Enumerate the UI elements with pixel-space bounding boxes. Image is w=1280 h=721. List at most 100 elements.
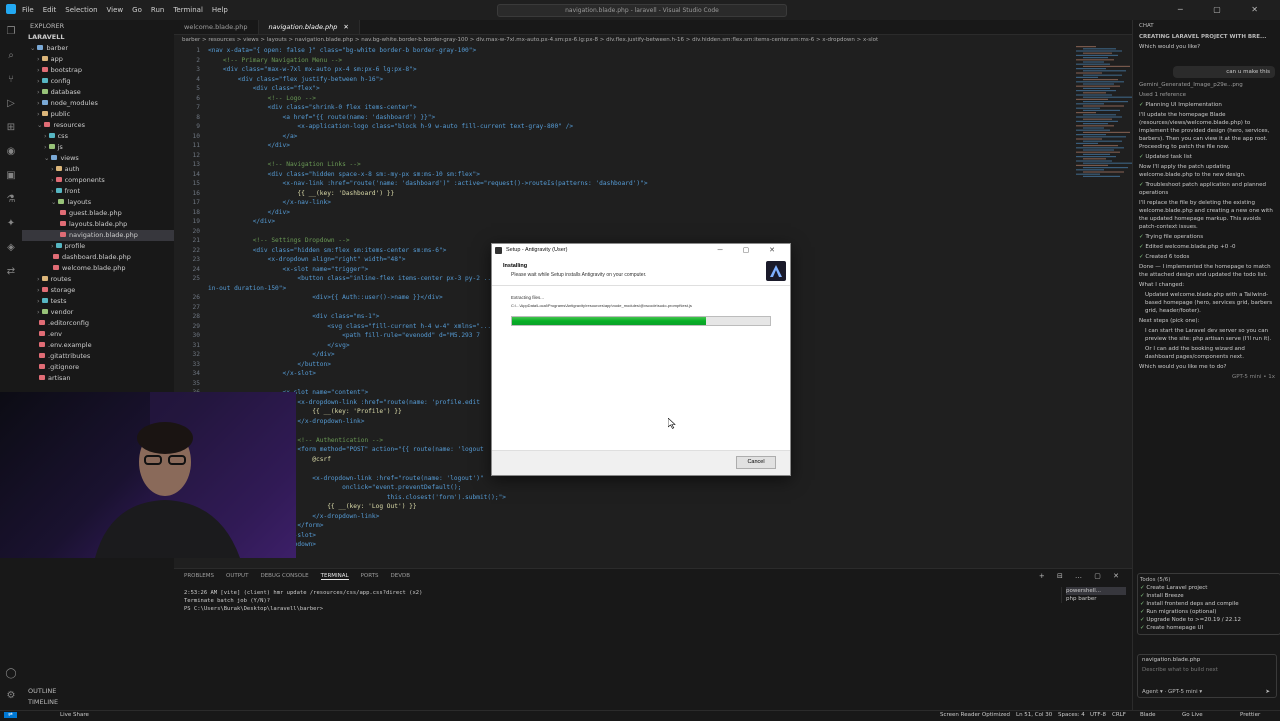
explorer-icon[interactable]: ❐ bbox=[0, 20, 22, 44]
panel-tab-devdb[interactable]: DEVDB bbox=[391, 573, 410, 579]
code-line[interactable]: 17 </x-nav-link> bbox=[174, 198, 1132, 208]
code-line[interactable]: 51 </x-slot> bbox=[174, 531, 1132, 541]
workspace-root[interactable]: LARAVELL bbox=[22, 32, 174, 43]
tree-file[interactable]: .env.example bbox=[22, 340, 174, 351]
panel-tab-output[interactable]: OUTPUT bbox=[226, 573, 248, 579]
editor-tab[interactable]: welcome.blade.php bbox=[174, 20, 259, 34]
tree-folder[interactable]: › css bbox=[22, 131, 174, 142]
code-line[interactable]: 2 <!-- Primary Navigation Menu --> bbox=[174, 56, 1132, 66]
terminal-item-php[interactable]: php barber bbox=[1066, 595, 1126, 603]
code-line[interactable]: 52 </x-dropdown> bbox=[174, 540, 1132, 550]
tree-file[interactable]: welcome.blade.php bbox=[22, 263, 174, 274]
used-reference[interactable]: Used 1 reference bbox=[1133, 90, 1280, 100]
tree-folder[interactable]: › js bbox=[22, 142, 174, 153]
menu-item-file[interactable]: File bbox=[22, 6, 34, 14]
code-line[interactable]: 48 {{ __(key: 'Log Out') }} bbox=[174, 502, 1132, 512]
eol[interactable]: CRLF bbox=[1112, 712, 1126, 718]
cancel-button[interactable]: Cancel bbox=[736, 456, 776, 469]
tree-folder[interactable]: ⌄ resources bbox=[22, 120, 174, 131]
code-line[interactable]: 10 </a> bbox=[174, 132, 1132, 142]
tree-folder[interactable]: › front bbox=[22, 186, 174, 197]
tree-folder[interactable]: › public bbox=[22, 109, 174, 120]
close-tab-icon[interactable]: ✕ bbox=[343, 23, 348, 31]
code-line[interactable]: 9 <x-application-logo class="block h-9 w… bbox=[174, 122, 1132, 132]
panel-tab-problems[interactable]: PROBLEMS bbox=[184, 573, 214, 579]
live-share-icon[interactable]: ⇄ bbox=[0, 260, 22, 284]
remote-indicator-icon[interactable]: ⇌ bbox=[4, 712, 17, 718]
menu-item-terminal[interactable]: Terminal bbox=[173, 6, 203, 14]
timeline-section[interactable]: TIMELINE bbox=[28, 698, 58, 706]
panel-tab-terminal[interactable]: TERMINAL bbox=[320, 573, 349, 580]
tree-folder[interactable]: › database bbox=[22, 87, 174, 98]
terminal-output[interactable]: 2:53:26 AM [vite] (client) hmr update /r… bbox=[174, 583, 1132, 613]
panel-tab-debug-console[interactable]: DEBUG CONSOLE bbox=[260, 573, 308, 579]
indentation[interactable]: Spaces: 4 bbox=[1058, 712, 1085, 718]
code-line[interactable]: 12 bbox=[174, 151, 1132, 161]
tree-file[interactable]: artisan bbox=[22, 373, 174, 384]
menu-item-help[interactable]: Help bbox=[212, 6, 228, 14]
tree-file[interactable]: layouts.blade.php bbox=[22, 219, 174, 230]
code-line[interactable]: 15 <x-nav-link :href="route('name: 'dash… bbox=[174, 179, 1132, 189]
code-line[interactable]: 20 bbox=[174, 227, 1132, 237]
tree-folder[interactable]: › vendor bbox=[22, 307, 174, 318]
source-control-icon[interactable]: ⑂ bbox=[0, 68, 22, 92]
tree-file[interactable]: guest.blade.php bbox=[22, 208, 174, 219]
language-mode[interactable]: Blade bbox=[1140, 712, 1156, 718]
tree-folder[interactable]: › config bbox=[22, 76, 174, 87]
tree-file[interactable]: dashboard.blade.php bbox=[22, 252, 174, 263]
breadcrumb[interactable]: barber > resources > views > layouts > n… bbox=[174, 35, 1132, 46]
send-icon[interactable]: ➤ bbox=[1265, 689, 1270, 695]
dialog-window-controls[interactable]: ─ ▢ ✕ bbox=[718, 244, 784, 257]
code-line[interactable]: 1 <nav x-data="{ open: false }" class="bg… bbox=[174, 46, 1132, 56]
code-line[interactable]: 16 {{ __(key: 'Dashboard') }} bbox=[174, 189, 1132, 199]
tree-folder[interactable]: › storage bbox=[22, 285, 174, 296]
tree-folder[interactable]: › app bbox=[22, 54, 174, 65]
tree-file[interactable]: .env bbox=[22, 329, 174, 340]
code-line[interactable]: 19 </div> bbox=[174, 217, 1132, 227]
code-line[interactable]: 7 <div class="shrink-0 flex items-center… bbox=[174, 103, 1132, 113]
encoding[interactable]: UTF-8 bbox=[1090, 712, 1106, 718]
chat-icon[interactable]: ✦ bbox=[0, 212, 22, 236]
terminal-item-powershell[interactable]: powershell... bbox=[1066, 587, 1126, 595]
code-line[interactable]: 49 </x-dropdown-link> bbox=[174, 512, 1132, 522]
tree-folder[interactable]: › components bbox=[22, 175, 174, 186]
docker-icon[interactable]: ◈ bbox=[0, 236, 22, 260]
code-line[interactable]: 4 <div class="flex justify-between h-16"… bbox=[174, 75, 1132, 85]
code-line[interactable]: 50 </form> bbox=[174, 521, 1132, 531]
tree-folder[interactable]: ⌄ views bbox=[22, 153, 174, 164]
menu-item-go[interactable]: Go bbox=[132, 6, 142, 14]
settings-gear-icon[interactable]: ⚙ bbox=[0, 684, 22, 708]
window-controls[interactable]: ─ ▢ ✕ bbox=[1178, 5, 1272, 14]
testing-icon[interactable]: ⚗ bbox=[0, 188, 22, 212]
live-share-status[interactable]: Live Share bbox=[60, 712, 89, 718]
panel-actions[interactable]: + ⊟ … ▢ ✕ bbox=[1039, 572, 1124, 580]
code-line[interactable]: 46 onclick="event.preventDefault(); bbox=[174, 483, 1132, 493]
menu-item-selection[interactable]: Selection bbox=[65, 6, 97, 14]
database-icon[interactable]: ◉ bbox=[0, 140, 22, 164]
menu-item-run[interactable]: Run bbox=[151, 6, 164, 14]
tree-folder[interactable]: › auth bbox=[22, 164, 174, 175]
code-line[interactable]: 8 <a href="{{ route(name: 'dashboard') }… bbox=[174, 113, 1132, 123]
go-live[interactable]: Go Live bbox=[1182, 712, 1203, 718]
command-center[interactable]: navigation.blade.php - laravell - Visual… bbox=[497, 4, 787, 17]
tree-file[interactable]: .gitattributes bbox=[22, 351, 174, 362]
tree-folder[interactable]: ⌄ layouts bbox=[22, 197, 174, 208]
code-line[interactable]: 3 <div class="max-w-7xl mx-auto px-4 sm:… bbox=[174, 65, 1132, 75]
code-line[interactable]: 6 <!-- Logo --> bbox=[174, 94, 1132, 104]
screen-reader-status[interactable]: Screen Reader Optimized bbox=[940, 712, 1010, 718]
tree-folder[interactable]: ⌄ barber bbox=[22, 43, 174, 54]
agent-mode-select[interactable]: Agent ▾ · GPT-5 mini ▾ bbox=[1142, 689, 1202, 695]
menu-item-edit[interactable]: Edit bbox=[43, 6, 57, 14]
code-line[interactable]: 47 this.closest('form').submit();"> bbox=[174, 493, 1132, 503]
menu-item-view[interactable]: View bbox=[107, 6, 124, 14]
run-debug-icon[interactable]: ▷ bbox=[0, 92, 22, 116]
chat-input[interactable]: Describe what to build next bbox=[1138, 665, 1276, 675]
tree-folder[interactable]: › routes bbox=[22, 274, 174, 285]
context-file-chip[interactable]: navigation.blade.php bbox=[1138, 655, 1276, 665]
remote-explorer-icon[interactable]: ▣ bbox=[0, 164, 22, 188]
tree-folder[interactable]: › tests bbox=[22, 296, 174, 307]
tree-folder[interactable]: › bootstrap bbox=[22, 65, 174, 76]
minimap[interactable] bbox=[1072, 46, 1132, 186]
cursor-position[interactable]: Ln 51, Col 30 bbox=[1016, 712, 1052, 718]
chat-input-box[interactable]: navigation.blade.php Describe what to bu… bbox=[1137, 654, 1277, 698]
